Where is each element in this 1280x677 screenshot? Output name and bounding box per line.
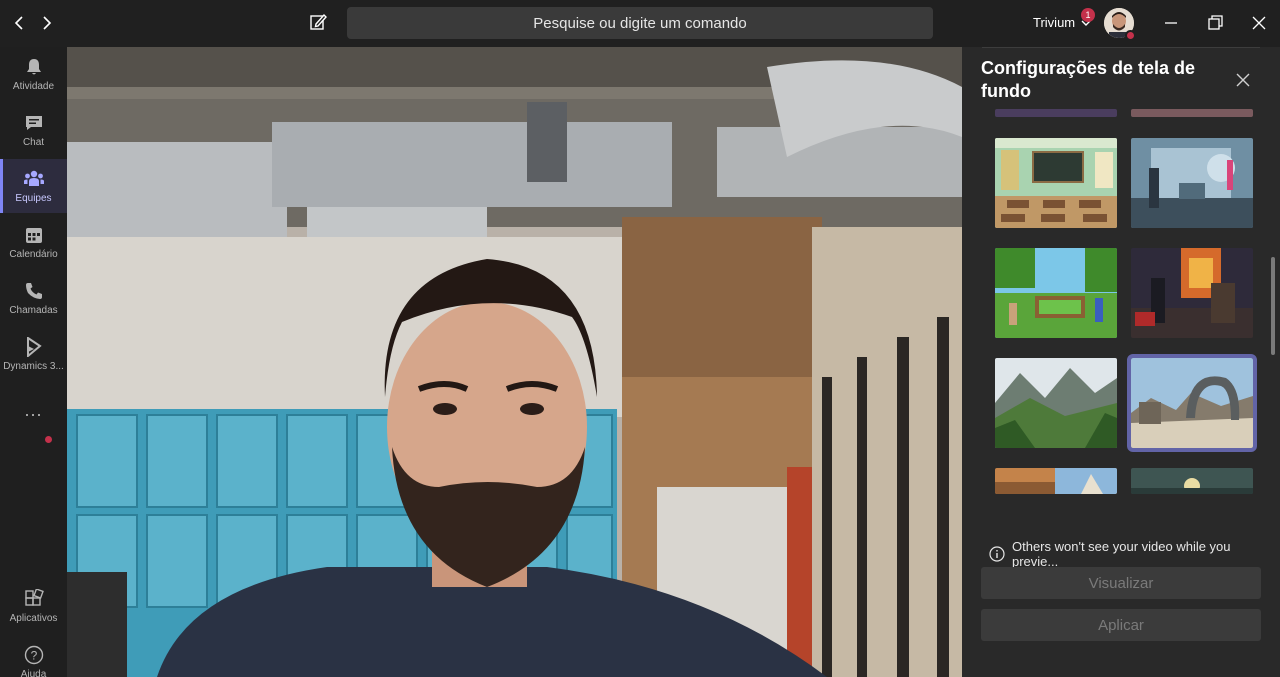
scifi-room-thumbnail-icon — [1131, 138, 1253, 228]
compose-icon — [310, 13, 327, 30]
background-thumbnail[interactable] — [1131, 248, 1253, 338]
background-thumbnail[interactable] — [995, 358, 1117, 448]
rail-item-label: Dynamics 3... — [3, 360, 64, 372]
background-thumbnail[interactable] — [1131, 109, 1253, 117]
rail-item-label: Atividade — [12, 80, 55, 92]
more-icon: ... — [24, 399, 43, 420]
restore-icon — [1208, 15, 1223, 30]
phone-icon — [25, 282, 42, 299]
classroom-thumbnail-icon — [995, 138, 1117, 228]
new-chat-button[interactable] — [308, 12, 330, 34]
rail-item-label: Aplicativos — [9, 612, 58, 624]
apply-button[interactable]: Aplicar — [981, 609, 1261, 641]
glow-scene-thumbnail-icon — [1131, 468, 1253, 494]
help-icon: ? — [24, 645, 43, 664]
presence-status-icon — [1125, 30, 1136, 41]
background-thumbnail[interactable] — [1131, 138, 1253, 228]
bell-icon — [26, 58, 41, 74]
rail-more-button[interactable]: ... — [0, 383, 67, 437]
restore-button[interactable] — [1204, 12, 1226, 34]
preview-button[interactable]: Visualizar — [981, 567, 1261, 599]
rail-item-label: Chamadas — [9, 304, 58, 316]
minimize-button[interactable] — [1160, 12, 1182, 34]
rail-item-label: Equipes — [15, 192, 52, 204]
rail-item-label: Ajuda — [20, 668, 47, 677]
close-icon — [1236, 73, 1250, 87]
chevron-right-icon — [43, 16, 52, 30]
castle-thumbnail-icon — [995, 468, 1117, 494]
close-window-button[interactable] — [1248, 12, 1270, 34]
background-settings-panel: Configurações de tela de fundo Others wo… — [962, 47, 1280, 677]
gallery-scrollbar[interactable] — [1271, 257, 1275, 355]
chat-icon — [25, 115, 42, 130]
background-thumbnail[interactable] — [1131, 468, 1253, 494]
background-gallery — [962, 109, 1268, 494]
notification-badge: 1 — [1081, 8, 1095, 22]
minimize-icon — [1165, 22, 1177, 24]
calendar-icon — [25, 227, 42, 243]
minecraft-farm-thumbnail-icon — [995, 248, 1117, 338]
dynamics-icon — [26, 336, 42, 357]
rail-item-aplicativos[interactable]: Aplicativos — [0, 579, 67, 633]
title-bar: Pesquise ou digite um comando Trivium 1 — [0, 0, 1280, 47]
rail-item-label: Chat — [22, 136, 45, 148]
background-thumbnail[interactable] — [995, 109, 1117, 117]
close-icon — [1252, 16, 1266, 30]
panel-divider — [982, 47, 1260, 48]
video-preview — [67, 47, 962, 677]
background-thumbnail[interactable] — [995, 248, 1117, 338]
back-button[interactable] — [8, 12, 30, 34]
mountain-valley-thumbnail-icon — [995, 358, 1117, 448]
org-name: Trivium — [1033, 15, 1076, 30]
more-alert-dot — [45, 436, 52, 443]
video-background-image — [67, 47, 962, 677]
ring-ruins-thumbnail-icon — [1131, 358, 1253, 448]
rail-item-calendario[interactable]: Calendário — [0, 215, 67, 269]
rail-item-dynamics[interactable]: Dynamics 3... — [0, 327, 67, 381]
close-panel-button[interactable] — [1234, 71, 1252, 89]
rail-item-chat[interactable]: Chat — [0, 103, 67, 157]
rail-item-atividade[interactable]: Atividade — [0, 47, 67, 101]
chevron-left-icon — [14, 16, 23, 30]
preview-notice-text: Others won't see your video while you pr… — [1011, 539, 1231, 569]
app-rail: Atividade Chat Equipes Calendário Chamad… — [0, 47, 67, 677]
panel-title: Configurações de tela de fundo — [981, 58, 1196, 101]
preview-notice: Others won't see your video while you pr… — [989, 539, 1280, 569]
teams-icon — [23, 170, 44, 186]
info-icon — [989, 546, 1005, 562]
background-thumbnail[interactable] — [995, 468, 1117, 494]
background-thumbnail-selected[interactable] — [1127, 354, 1257, 452]
rail-item-ajuda[interactable]: ? Ajuda — [0, 635, 67, 677]
apps-icon — [24, 588, 44, 606]
svg-text:?: ? — [30, 648, 37, 662]
forward-button[interactable] — [36, 12, 58, 34]
minecraft-dungeon-thumbnail-icon — [1131, 248, 1253, 338]
rail-item-chamadas[interactable]: Chamadas — [0, 271, 67, 325]
rail-item-equipes[interactable]: Equipes — [0, 159, 67, 213]
rail-item-label: Calendário — [9, 248, 58, 260]
background-thumbnail[interactable] — [995, 138, 1117, 228]
search-input[interactable]: Pesquise ou digite um comando — [347, 7, 933, 39]
